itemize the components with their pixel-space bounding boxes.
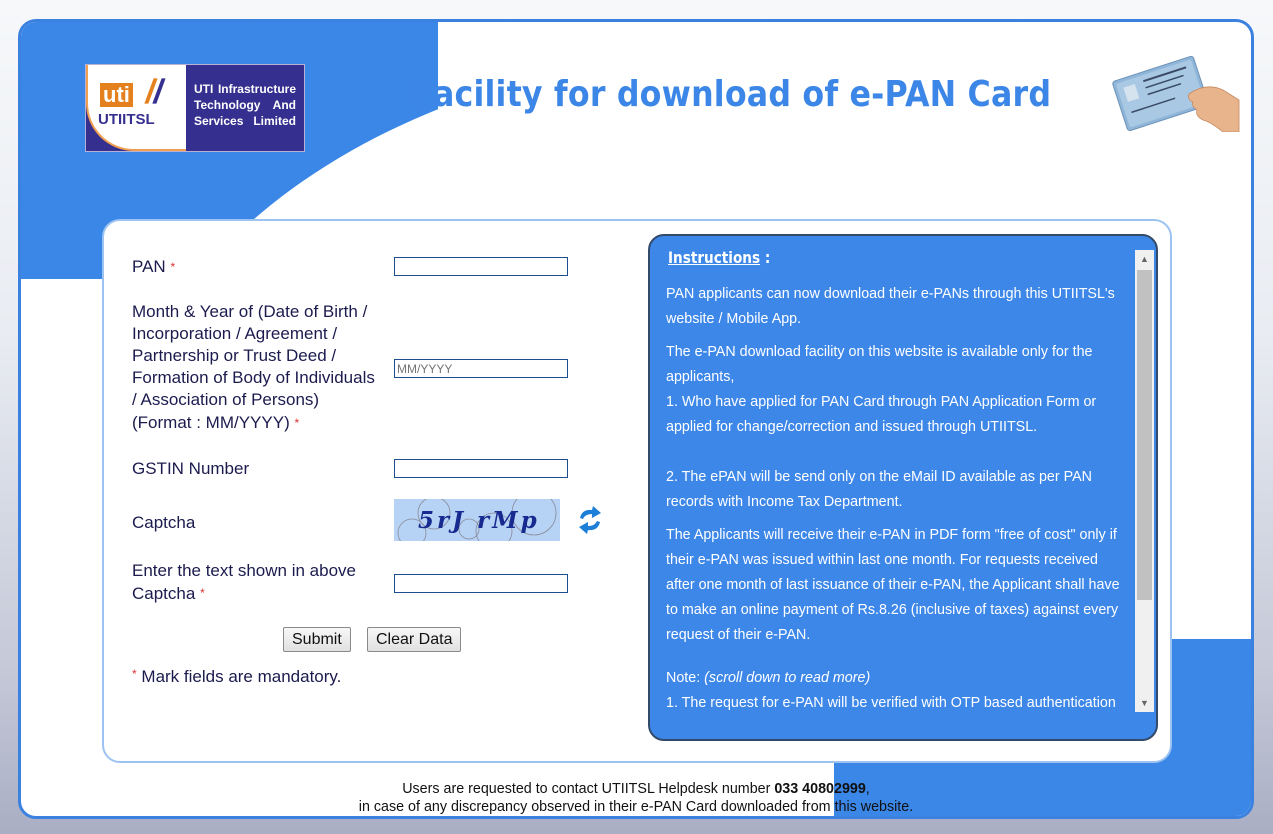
pan-input[interactable]	[394, 257, 568, 276]
captcha-input[interactable]	[394, 574, 568, 593]
footer-text: ,	[865, 781, 870, 797]
instructions-box[interactable]: Instructions : PAN applicants can now do…	[648, 234, 1158, 741]
captcha-entry-label-text: Captcha	[132, 584, 196, 603]
helpdesk-footer: Users are requested to contact UTIITSL H…	[21, 780, 1251, 816]
instruction-item: 1. Who have applied for PAN Card through…	[666, 394, 1097, 435]
logo-mark: uti / / UTIITSL	[86, 65, 186, 151]
instructions-heading-text: Instructions	[668, 248, 761, 267]
refresh-captcha-icon[interactable]	[574, 505, 606, 535]
logo-line: Technology And	[194, 98, 296, 112]
dob-format-text: (Format : MM/YYYY)	[132, 413, 290, 432]
instruction-item: 2. The ePAN will be send only on the eMa…	[666, 469, 1092, 510]
mandatory-note: * Mark fields are mandatory.	[132, 667, 341, 687]
captcha-text: 5rJ rMp	[418, 507, 540, 534]
instruction-paragraph: The e-PAN download facility on this webs…	[666, 344, 1093, 385]
logo-line: UTI Infrastructure	[194, 82, 296, 96]
captcha-label: Captcha	[132, 513, 196, 532]
gstin-label: GSTIN Number	[132, 459, 250, 478]
note-hint: (scroll down to read more)	[704, 670, 871, 686]
captcha-entry-label: Enter the text shown in above Captcha *	[132, 559, 356, 605]
helpdesk-number: 033 40802999	[774, 781, 866, 797]
mandatory-note-text: Mark fields are mandatory.	[141, 667, 342, 686]
dob-month-year-input[interactable]	[394, 359, 568, 378]
dob-label-line: (Format : MM/YYYY) *	[132, 412, 375, 434]
page-frame: uti / / UTIITSL UTI Infrastructure Techn…	[18, 19, 1254, 819]
required-marker: *	[132, 667, 137, 681]
footer-line-1: Users are requested to contact UTIITSL H…	[21, 780, 1251, 798]
footer-text: Users are requested to contact UTIITSL H…	[402, 781, 775, 797]
pan-card-hand-image	[1112, 55, 1240, 132]
dob-label-line: Partnership or Trust Deed /	[132, 346, 337, 365]
utiitsl-logo: uti / / UTIITSL UTI Infrastructure Techn…	[85, 64, 305, 152]
scrollbar-thumb[interactable]	[1137, 270, 1152, 600]
dob-label-line: Incorporation / Agreement /	[132, 324, 338, 343]
instruction-note: Note: (scroll down to read more)	[666, 666, 1130, 691]
required-marker: *	[170, 260, 176, 274]
scroll-down-arrow-icon[interactable]: ▼	[1135, 694, 1154, 712]
scroll-up-arrow-icon[interactable]: ▲	[1135, 250, 1154, 268]
page-title: Facility for download of e-PAN Card	[413, 74, 1052, 115]
logo-uti-text: uti	[100, 83, 133, 107]
dob-label-line: Month & Year of (Date of Birth /	[132, 302, 368, 321]
instruction-paragraph: PAN applicants can now download their e-…	[666, 286, 1115, 327]
captcha-image: 5rJ rMp	[394, 499, 560, 541]
instruction-paragraph: The Applicants will receive their e-PAN …	[666, 527, 1120, 643]
pan-label-text: PAN	[132, 257, 166, 276]
dob-label-line: / Association of Persons)	[132, 390, 320, 409]
instructions-scrollbar[interactable]: ▲ ▼	[1135, 250, 1154, 712]
note-label: Note:	[666, 670, 701, 686]
pan-label: PAN *	[132, 256, 175, 278]
submit-button[interactable]: Submit	[283, 627, 351, 652]
instructions-heading-suffix: :	[760, 248, 771, 267]
footer-line-2: in case of any discrepancy observed in t…	[358, 799, 914, 815]
instructions-body: PAN applicants can now download their e-…	[666, 282, 1130, 716]
clear-data-button[interactable]: Clear Data	[367, 627, 462, 652]
gstin-input[interactable]	[394, 459, 568, 478]
dob-label-line: Formation of Body of Individuals	[132, 368, 375, 387]
logo-line: Services Limited	[194, 114, 296, 128]
required-marker: *	[294, 416, 300, 430]
instructions-heading: Instructions :	[668, 248, 770, 267]
captcha-entry-label-line: Captcha *	[132, 582, 356, 605]
logo-company-name: UTI Infrastructure Technology And Servic…	[186, 65, 304, 151]
captcha-entry-label-line: Enter the text shown in above	[132, 561, 356, 580]
required-marker: *	[200, 586, 205, 600]
dob-label: Month & Year of (Date of Birth / Incorpo…	[132, 301, 375, 434]
logo-abbr: UTIITSL	[98, 111, 155, 128]
note-item: 1. The request for e-PAN will be verifie…	[666, 695, 1116, 711]
form-panel: PAN * Month & Year of (Date of Birth / I…	[102, 219, 1172, 763]
